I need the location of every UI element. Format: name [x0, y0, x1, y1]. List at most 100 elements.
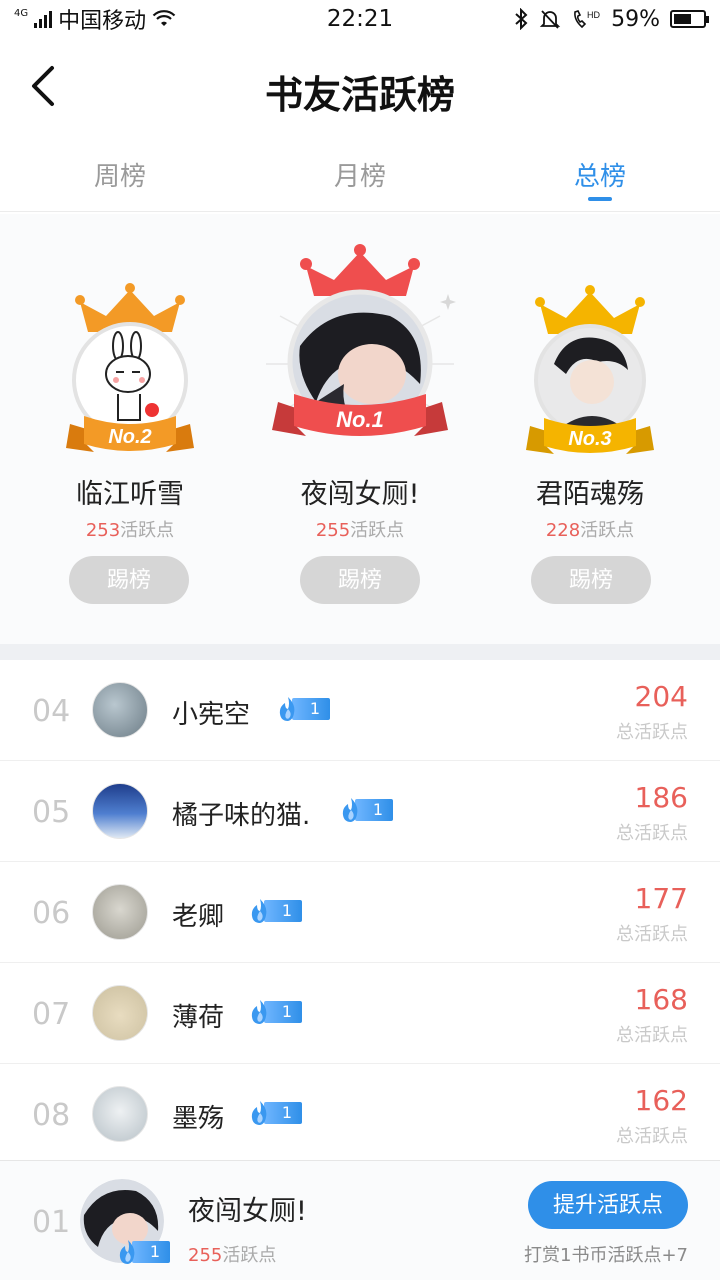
user-name: 老卿 [172, 902, 225, 932]
my-rank-number: 01 [32, 1205, 71, 1240]
ranking-list: 04 小宪空 1 204 总活跃点 05 橘子味的猫. 1 186 总活跃点 0… [0, 660, 720, 1165]
podium-points: 228活跃点 [470, 516, 710, 542]
avatar [92, 682, 148, 738]
my-name: 夜闯女厕! [188, 1196, 307, 1227]
score-label: 总活跃点 [616, 924, 688, 945]
boost-activity-button[interactable]: 提升活跃点 [528, 1181, 688, 1229]
score-value: 162 [634, 1084, 688, 1117]
level-badge: 1 [248, 1100, 302, 1126]
points-value: 255 [188, 1245, 223, 1266]
crown-icon [300, 244, 420, 296]
podium-second: No.2 临江听雪 253活跃点 踢榜 [10, 214, 250, 644]
podium-second-art: No.2 [66, 283, 194, 452]
period-tabs: 周榜 月榜 总榜 [0, 134, 720, 212]
level-badge: 1 [248, 898, 302, 924]
rank-number: 04 [32, 694, 71, 729]
battery-icon [670, 10, 709, 28]
status-left: 4G 中国移动 [14, 3, 176, 35]
kick-button[interactable]: 踢榜 [531, 556, 651, 604]
tab-monthly[interactable]: 月榜 [240, 134, 480, 211]
ranking-row[interactable]: 08 墨殇 1 162 总活跃点 [0, 1064, 720, 1165]
flame-icon [119, 1240, 135, 1264]
points-value: 228 [545, 520, 581, 541]
flame-icon [251, 899, 267, 923]
user-name: 薄荷 [172, 1003, 225, 1033]
top-three-podium: No.2 临江听雪 253活跃点 踢榜 No.1 夜闯女厕! 255活跃点 踢榜… [0, 214, 720, 644]
my-points: 255活跃点 [188, 1241, 276, 1267]
podium-third-art: No.3 [526, 285, 654, 454]
score-value: 204 [634, 680, 688, 713]
battery-percent: 59% [611, 6, 660, 32]
avatar [92, 985, 148, 1041]
podium-first: No.1 夜闯女厕! 255活跃点 踢榜 [240, 214, 480, 644]
signal-icon [34, 10, 53, 28]
hd-call-icon: HD [574, 10, 601, 29]
podium-name: 夜闯女厕! [300, 479, 420, 510]
status-right: HD 59% [513, 6, 709, 32]
score-label: 总活跃点 [616, 823, 688, 844]
kick-button[interactable]: 踢榜 [300, 556, 420, 604]
tab-label: 总榜 [573, 162, 626, 192]
flame-icon [342, 798, 358, 822]
sparkle-icon [440, 294, 456, 310]
podium-third: No.3 君陌魂殇 228活跃点 踢榜 [470, 214, 710, 644]
battery-level [674, 14, 691, 24]
points-suffix: 活跃点 [120, 520, 175, 541]
score-label: 总活跃点 [616, 1126, 688, 1147]
user-name: 橘子味的猫. [172, 801, 311, 831]
level-badge: 1 [276, 696, 330, 722]
points-value: 253 [85, 520, 121, 541]
score-value: 177 [634, 882, 688, 915]
score-label: 总活跃点 [616, 1025, 688, 1046]
podium-name: 临江听雪 [76, 479, 184, 510]
ranking-row[interactable]: 04 小宪空 1 204 总活跃点 [0, 660, 720, 761]
carrier-name: 中国移动 [58, 9, 147, 34]
ranking-row[interactable]: 07 薄荷 1 168 总活跃点 [0, 963, 720, 1064]
kick-button[interactable]: 踢榜 [69, 556, 189, 604]
network-type: 4G [14, 7, 29, 19]
svg-text:HD: HD [587, 10, 600, 20]
status-bar: 4G 中国移动 22:21 HD 59% [0, 0, 720, 38]
points-suffix: 活跃点 [580, 520, 635, 541]
page-title: 书友活跃榜 [264, 72, 455, 117]
podium-points: 255活跃点 [240, 516, 480, 542]
level-badge: 1 [339, 797, 393, 823]
avatar [92, 783, 148, 839]
level-badge: 1 [248, 999, 302, 1025]
points-suffix: 活跃点 [222, 1245, 277, 1266]
score-value: 186 [634, 781, 688, 814]
tab-overall[interactable]: 总榜 [480, 134, 720, 211]
bluetooth-icon [515, 8, 528, 30]
podium-points: 253活跃点 [10, 516, 250, 542]
avatar [92, 884, 148, 940]
ranking-row[interactable]: 05 橘子味的猫. 1 186 总活跃点 [0, 761, 720, 862]
rank-number: 07 [32, 997, 71, 1032]
flame-icon [251, 1101, 267, 1125]
podium-first-art: No.1 [266, 244, 456, 436]
wifi-icon [152, 10, 176, 26]
podium-name: 君陌魂殇 [536, 479, 644, 510]
points-value: 255 [315, 520, 351, 541]
score-value: 168 [634, 983, 688, 1016]
avatar [92, 1086, 148, 1142]
score-label: 总活跃点 [616, 722, 688, 743]
flame-icon [251, 1000, 267, 1024]
user-name: 小宪空 [172, 700, 251, 730]
app-header: 书友活跃榜 [0, 38, 720, 134]
my-ranking-bar: 01 1 夜闯女厕! 255活跃点 提升活跃点 打赏1书币活跃点+7 [0, 1160, 720, 1280]
points-suffix: 活跃点 [350, 520, 405, 541]
section-divider [0, 644, 720, 660]
tab-label: 月榜 [333, 162, 386, 192]
rank-number: 08 [32, 1098, 71, 1133]
tab-label: 周榜 [93, 162, 146, 192]
rank-badge-label: No.3 [568, 428, 611, 450]
active-tab-indicator [588, 197, 612, 201]
ranking-row[interactable]: 06 老卿 1 177 总活跃点 [0, 862, 720, 963]
rank-badge-label: No.1 [336, 407, 384, 432]
rank-number: 05 [32, 795, 71, 830]
tab-weekly[interactable]: 周榜 [0, 134, 240, 211]
boost-hint: 打赏1书币活跃点+7 [524, 1245, 688, 1266]
rank-badge-label: No.2 [108, 426, 151, 448]
flame-icon [279, 697, 295, 721]
my-level-badge: 1 [116, 1239, 170, 1265]
